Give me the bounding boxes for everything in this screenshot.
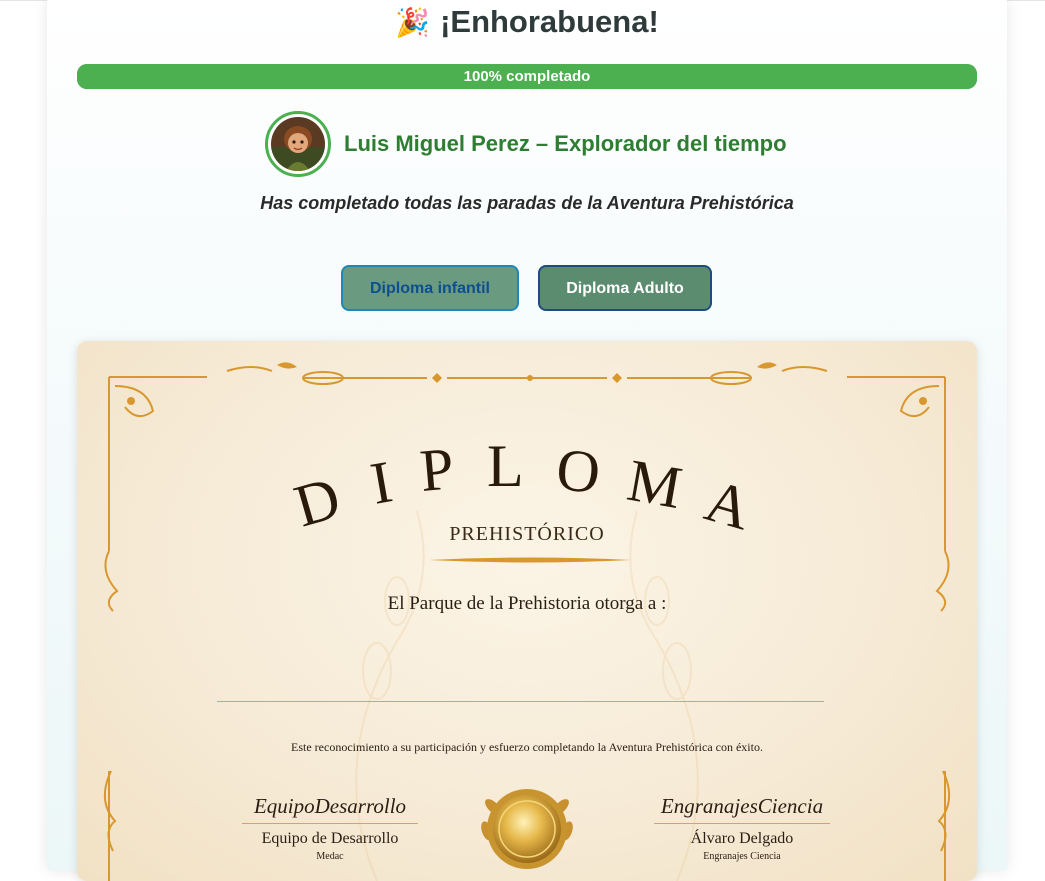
signature-script: EquipoDesarrollo <box>253 794 407 818</box>
diploma-body-text: Este reconocimiento a su participación y… <box>291 740 763 754</box>
signature-rule <box>242 823 418 824</box>
adult-diploma-button[interactable]: Diploma Adulto <box>538 265 712 311</box>
progress-label: 100% completado <box>463 68 591 85</box>
page-title: 🎉 ¡Enhorabuena! <box>47 4 1007 40</box>
diploma-title-letter: M <box>623 447 689 522</box>
progress-bar: 100% completado <box>77 64 977 89</box>
congrats-card: 🎉 ¡Enhorabuena! 100% completado Luis Mig… <box>47 0 1007 881</box>
completion-message: Has completado todas las paradas de la A… <box>260 193 794 213</box>
title-text: ¡Enhorabuena! <box>440 4 659 39</box>
signature-rule <box>654 823 830 824</box>
diploma-title-letter: L <box>487 441 526 499</box>
diploma-title-letter: I <box>366 448 399 517</box>
diploma-title-letter: O <box>554 441 605 506</box>
child-diploma-button[interactable]: Diploma infantil <box>341 265 519 311</box>
diploma-certificate: D I P L O M A PREHISTÓRICO El Parque de … <box>77 341 977 881</box>
diploma-title-letter: P <box>417 441 458 504</box>
diploma-grant-text: El Parque de la Prehistoria otorga a : <box>387 593 667 614</box>
gold-seal-icon <box>481 789 573 869</box>
signer-name: Álvaro Delgado <box>690 830 794 847</box>
signature-script: EngranajesCiencia <box>660 794 824 818</box>
party-popper-icon: 🎉 <box>395 7 431 38</box>
profile-name: Luis Miguel Perez – Explorador del tiemp… <box>344 131 787 156</box>
avatar <box>265 111 331 177</box>
signer-org: Medac <box>316 851 344 862</box>
child-explorer-avatar-icon <box>271 117 325 171</box>
signer-org: Engranajes Ciencia <box>703 851 781 862</box>
diploma-subtitle: PREHISTÓRICO <box>449 523 605 545</box>
recipient-line <box>217 701 824 702</box>
signature-left: EquipoDesarrollo Equipo de Desarrollo Me… <box>242 791 418 864</box>
signer-name: Equipo de Desarrollo <box>261 830 399 847</box>
signature-right: EngranajesCiencia Álvaro Delgado Engrana… <box>654 791 830 864</box>
profile: Luis Miguel Perez – Explorador del tiemp… <box>265 111 787 177</box>
